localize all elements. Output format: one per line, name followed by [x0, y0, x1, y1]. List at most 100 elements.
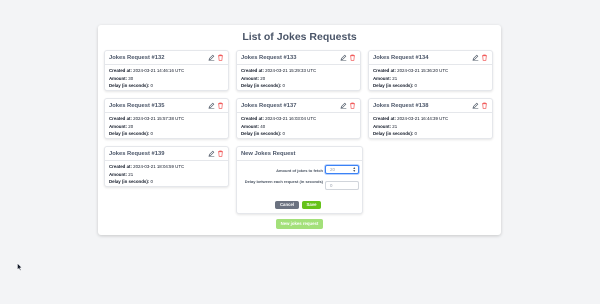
card-title: Jokes Request #133: [241, 55, 297, 61]
amount-label: Amount:: [109, 75, 128, 81]
amount-input[interactable]: 20 ▲ ▼: [325, 165, 359, 174]
created-at-label: Created at:: [373, 116, 396, 121]
amount-label: Amount:: [109, 123, 128, 129]
card-divider: [369, 112, 492, 113]
jokes-request-card: Jokes Request #138 Created at: 2024-03-2…: [368, 98, 493, 139]
created-at-label: Created at:: [373, 68, 396, 73]
delay-value: 0: [150, 83, 153, 89]
trash-icon[interactable]: [349, 102, 356, 109]
amount-row: Amount: 21: [373, 75, 448, 83]
jokes-requests-panel: List of Jokes Requests Jokes Request #13…: [98, 25, 501, 235]
card-title: Jokes Request #137: [241, 103, 297, 109]
trash-icon[interactable]: [481, 102, 488, 109]
card-title: Jokes Request #132: [109, 55, 165, 61]
card-divider: [237, 64, 360, 65]
cancel-button[interactable]: Cancel: [275, 201, 299, 209]
trash-icon[interactable]: [217, 102, 224, 109]
amount-row: Amount: 30: [109, 75, 184, 83]
created-at-value: 2024-03-21 15:36:20 UTC: [397, 68, 449, 73]
edit-icon[interactable]: [340, 102, 347, 109]
amount-row: Amount: 21: [109, 171, 184, 179]
card-divider: [105, 160, 228, 161]
delay-label: Delay (in seconds):: [109, 83, 150, 89]
created-at-label: Created at:: [241, 116, 264, 121]
delay-value: 0: [150, 131, 153, 137]
delay-value: 0: [282, 83, 285, 89]
created-at-row: Created at: 2024-03-21 15:36:20 UTC: [373, 67, 448, 75]
trash-icon[interactable]: [217, 54, 224, 61]
trash-icon[interactable]: [481, 54, 488, 61]
edit-icon[interactable]: [208, 102, 215, 109]
card-title: Jokes Request #135: [109, 103, 165, 109]
edit-icon[interactable]: [208, 54, 215, 61]
created-at-row: Created at: 2024-03-21 15:29:33 UTC: [241, 67, 316, 75]
created-at-label: Created at:: [109, 68, 132, 73]
delay-label: Delay (in seconds):: [109, 179, 150, 185]
jokes-request-card: Jokes Request #133 Created at: 2024-03-2…: [236, 50, 361, 91]
delay-value: 0: [414, 83, 417, 89]
delay-value: 0: [282, 131, 285, 137]
delay-input[interactable]: 0: [325, 181, 359, 190]
delay-row: Delay (in seconds): 0: [241, 130, 316, 138]
number-stepper-icon[interactable]: ▲ ▼: [353, 166, 356, 173]
amount-field-label: Amount of jokes to fetch: [276, 168, 323, 173]
trash-icon[interactable]: [349, 54, 356, 61]
created-at-label: Created at:: [241, 68, 264, 73]
delay-row: Delay (in seconds): 0: [109, 82, 184, 90]
delay-label: Delay (in seconds):: [241, 83, 282, 89]
created-at-row: Created at: 2024-03-21 16:44:39 UTC: [373, 115, 448, 123]
delay-row: Delay (in seconds): 0: [373, 130, 448, 138]
created-at-label: Created at:: [109, 164, 132, 169]
delay-label: Delay (in seconds):: [241, 131, 282, 137]
jokes-request-card: Jokes Request #137 Created at: 2024-03-2…: [236, 98, 361, 139]
amount-row: Amount: 21: [373, 123, 448, 131]
amount-value: 21: [392, 123, 398, 129]
edit-icon[interactable]: [472, 54, 479, 61]
form-divider: [237, 160, 362, 161]
amount-label: Amount:: [373, 123, 392, 129]
delay-label: Delay (in seconds):: [109, 131, 150, 137]
amount-value: 40: [260, 123, 266, 129]
new-jokes-request-button[interactable]: New jokes request: [276, 219, 323, 229]
amount-input-value: 20: [330, 167, 335, 172]
delay-value: 0: [150, 179, 153, 185]
amount-label: Amount:: [373, 75, 392, 81]
mouse-cursor-icon: [17, 263, 23, 271]
jokes-request-card: Jokes Request #132 Created at: 2024-03-2…: [104, 50, 229, 91]
delay-value: 0: [414, 131, 417, 137]
jokes-request-card: Jokes Request #135 Created at: 2024-03-2…: [104, 98, 229, 139]
created-at-value: 2024-03-21 15:29:33 UTC: [265, 68, 317, 73]
edit-icon[interactable]: [340, 54, 347, 61]
created-at-value: 2024-03-21 14:46:16 UTC: [133, 68, 185, 73]
card-title: Jokes Request #139: [109, 151, 165, 157]
amount-row: Amount: 20: [241, 75, 316, 83]
amount-value: 20: [128, 123, 134, 129]
edit-icon[interactable]: [208, 150, 215, 157]
created-at-row: Created at: 2024-03-21 18:04:59 UTC: [109, 163, 184, 171]
save-button[interactable]: Save: [302, 201, 321, 209]
page-title: List of Jokes Requests: [242, 31, 357, 43]
delay-input-value: 0: [330, 183, 333, 188]
card-divider: [369, 64, 492, 65]
card-divider: [105, 112, 228, 113]
created-at-value: 2024-03-21 16:44:39 UTC: [397, 116, 449, 121]
amount-label: Amount:: [109, 171, 128, 177]
amount-value: 20: [260, 75, 266, 81]
card-divider: [237, 112, 360, 113]
created-at-row: Created at: 2024-03-21 16:03:04 UTC: [241, 115, 316, 123]
trash-icon[interactable]: [217, 150, 224, 157]
amount-label: Amount:: [241, 123, 260, 129]
delay-row: Delay (in seconds): 0: [241, 82, 316, 90]
delay-row: Delay (in seconds): 0: [373, 82, 448, 90]
form-title: New Jokes Request: [241, 151, 296, 157]
created-at-value: 2024-03-21 18:04:59 UTC: [133, 164, 185, 169]
created-at-value: 2024-03-21 16:03:04 UTC: [265, 116, 317, 121]
delay-row: Delay (in seconds): 0: [109, 178, 184, 186]
card-title: Jokes Request #134: [373, 55, 429, 61]
delay-label: Delay (in seconds):: [373, 131, 414, 137]
edit-icon[interactable]: [472, 102, 479, 109]
jokes-request-card: Jokes Request #139 Created at: 2024-03-2…: [104, 146, 229, 187]
amount-value: 21: [392, 75, 398, 81]
card-title: Jokes Request #138: [373, 103, 429, 109]
delay-row: Delay (in seconds): 0: [109, 130, 184, 138]
